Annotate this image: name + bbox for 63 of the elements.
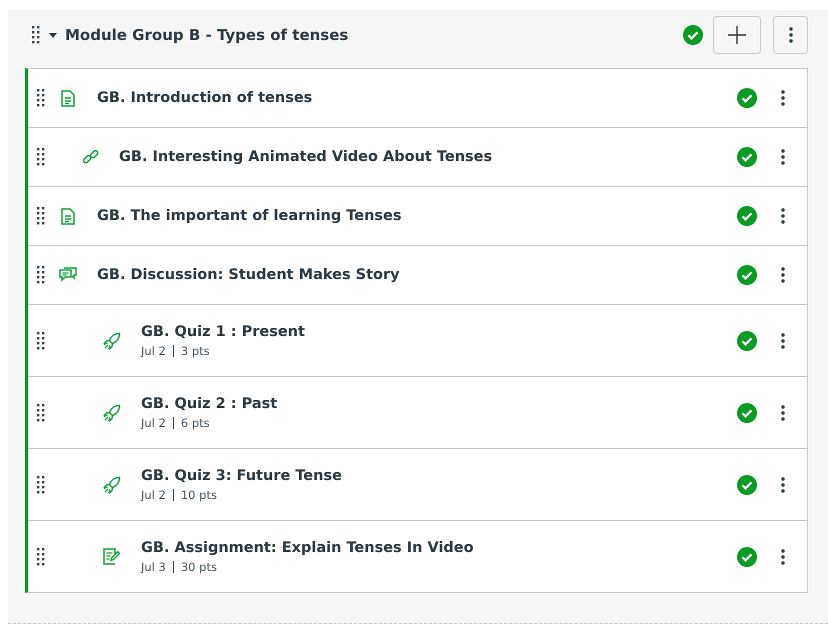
drag-handle-icon[interactable]: [37, 148, 45, 166]
item-title[interactable]: GB. Interesting Animated Video About Tenses: [119, 149, 737, 165]
more-icon[interactable]: [781, 476, 785, 492]
published-check-icon[interactable]: [737, 474, 757, 494]
speech-bubbles-icon: [59, 267, 77, 283]
link-icon: [82, 148, 98, 166]
module-item[interactable]: GB. Quiz 3: Future Tense Jul 2 10 pts: [28, 448, 807, 520]
caret-down-icon[interactable]: [49, 32, 57, 38]
points: 10 pts: [180, 488, 217, 502]
item-title[interactable]: GB. Quiz 3: Future Tense: [141, 468, 737, 484]
drag-handle-icon[interactable]: [37, 207, 45, 225]
published-check-icon[interactable]: [737, 88, 757, 108]
points: 6 pts: [180, 416, 210, 430]
more-icon[interactable]: [781, 90, 785, 106]
rocket-icon: [103, 332, 121, 350]
drag-handle-icon[interactable]: [37, 332, 45, 350]
more-icon[interactable]: [781, 548, 785, 564]
drag-handle-icon[interactable]: [32, 26, 40, 44]
item-title[interactable]: GB. Discussion: Student Makes Story: [97, 267, 737, 283]
more-icon[interactable]: [781, 208, 785, 224]
published-check-icon[interactable]: [683, 25, 703, 45]
module-item[interactable]: GB. The important of learning Tenses: [28, 186, 807, 245]
module-item[interactable]: GB. Introduction of tenses: [28, 69, 807, 127]
more-icon[interactable]: [788, 27, 792, 43]
document-icon: [61, 208, 75, 224]
published-check-icon[interactable]: [737, 147, 757, 167]
points: 3 pts: [180, 344, 210, 358]
rocket-icon: [103, 476, 121, 494]
due-date: Jul 2: [141, 344, 166, 358]
item-title[interactable]: GB. Quiz 1 : Present: [141, 324, 737, 340]
drag-handle-icon[interactable]: [37, 476, 45, 494]
document-icon: [61, 90, 75, 106]
module-item[interactable]: GB. Quiz 1 : Present Jul 2 3 pts: [28, 304, 807, 376]
item-title[interactable]: GB. Assignment: Explain Tenses In Video: [141, 540, 737, 556]
published-check-icon[interactable]: [737, 330, 757, 350]
drag-handle-icon[interactable]: [37, 89, 45, 107]
published-check-icon[interactable]: [737, 206, 757, 226]
published-check-icon[interactable]: [737, 546, 757, 566]
add-item-button[interactable]: [713, 16, 761, 54]
item-title[interactable]: GB. Quiz 2 : Past: [141, 396, 737, 412]
due-date: Jul 3: [141, 560, 166, 574]
module-item[interactable]: GB. Discussion: Student Makes Story: [28, 245, 807, 304]
item-title[interactable]: GB. Introduction of tenses: [97, 90, 737, 106]
due-date: Jul 2: [141, 488, 166, 502]
module-title: Module Group B - Types of tenses: [65, 26, 350, 44]
drag-handle-icon[interactable]: [37, 548, 45, 566]
drag-handle-icon[interactable]: [37, 266, 45, 284]
drag-handle-icon[interactable]: [37, 404, 45, 422]
module-item[interactable]: GB. Interesting Animated Video About Tenses: [28, 127, 807, 186]
module-item[interactable]: GB. Assignment: Explain Tenses In Video Jul 3 30 pts: [28, 520, 807, 592]
rocket-icon: [103, 404, 121, 422]
more-icon[interactable]: [781, 332, 785, 348]
published-check-icon[interactable]: [737, 265, 757, 285]
assignment-icon: [103, 548, 121, 565]
due-date: Jul 2: [141, 416, 166, 430]
more-icon[interactable]: [781, 149, 785, 165]
more-icon[interactable]: [781, 404, 785, 420]
published-check-icon[interactable]: [737, 402, 757, 422]
more-icon[interactable]: [781, 267, 785, 283]
item-title[interactable]: GB. The important of learning Tenses: [97, 208, 737, 224]
plus-icon: [728, 26, 746, 44]
module-item[interactable]: GB. Quiz 2 : Past Jul 2 6 pts: [28, 376, 807, 448]
points: 30 pts: [180, 560, 217, 574]
